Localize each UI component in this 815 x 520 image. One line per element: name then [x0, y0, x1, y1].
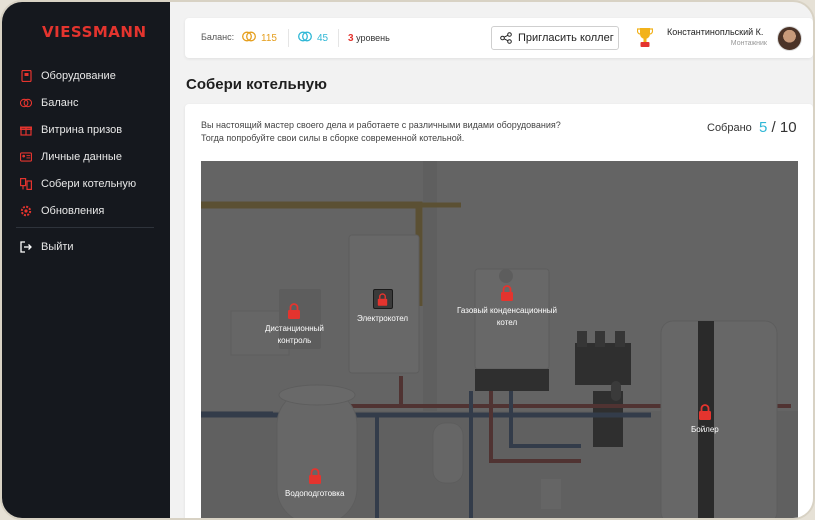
collected-total: / 10 [771, 119, 797, 136]
sidebar-item-prizes[interactable]: Витрина призов [2, 116, 170, 143]
hotspot-label: Дистанционный контроль [265, 324, 324, 345]
viessmann-logo[interactable]: VIESSMANN [42, 23, 147, 41]
hotspot-remote-control[interactable]: Дистанционный контроль [265, 303, 324, 347]
sidebar-item-label: Баланс [41, 96, 79, 109]
hotspot-hot-water-boiler[interactable]: Бойлер [691, 404, 719, 436]
user-role: Монтажник [730, 40, 767, 47]
hotspot-label: Бойлер [691, 425, 719, 434]
balance-gold-value: 115 [261, 33, 277, 44]
invite-colleagues-button[interactable]: Пригласить коллег [491, 26, 619, 50]
collected-counter: 5 / 10 [759, 119, 797, 136]
lock-icon [288, 303, 301, 319]
collected-count: 5 [759, 119, 768, 136]
level-indicator: 3 уровень [348, 33, 390, 44]
game-description: Вы настоящий мастер своего дела и работа… [201, 119, 621, 145]
hotspot-electric-boiler[interactable]: Электрокотел [357, 289, 408, 325]
lock-box [372, 289, 393, 309]
lock-icon [698, 404, 711, 420]
app-window: VIESSMANN Оборудование Баланс Витрина пр… [0, 0, 815, 520]
gold-coins-icon [242, 31, 256, 42]
avatar[interactable] [777, 26, 802, 51]
sidebar-item-label: Собери котельную [41, 177, 137, 190]
description-line: Вы настоящий мастер своего дела и работа… [201, 120, 561, 130]
collected-label: Собрано [707, 122, 752, 134]
sidebar-divider [16, 227, 154, 228]
hotspot-label: Газовый конденсационный котел [457, 306, 557, 327]
balance-label: Баланс: [201, 32, 235, 42]
logout-section: Выйти [2, 233, 170, 260]
sidebar-item-profile[interactable]: Личные данные [2, 143, 170, 170]
level-number: 3 [348, 33, 354, 44]
equipment-icon [20, 69, 32, 82]
sidebar-item-label: Личные данные [41, 150, 122, 163]
logout-icon [20, 240, 32, 253]
sidebar-item-equipment[interactable]: Оборудование [2, 62, 170, 89]
blue-coins-icon [298, 31, 312, 42]
hotspot-water-treatment[interactable]: Водоподготовка [285, 468, 344, 500]
sidebar-item-label: Обновления [41, 204, 105, 217]
gear-icon [20, 205, 32, 217]
level-label: уровень [356, 33, 390, 43]
coins-icon [20, 97, 32, 109]
game-card: Вы настоящий мастер своего дела и работа… [185, 104, 813, 518]
hotspot-gas-condensing-boiler[interactable]: Газовый конденсационный котел [457, 285, 557, 329]
lock-icon [500, 285, 513, 301]
boiler-room-scene: Дистанционный контроль Электрокотел Газо… [201, 161, 798, 518]
lock-icon [308, 468, 321, 484]
sidebar-item-label: Витрина призов [41, 123, 123, 136]
hotspot-label: Водоподготовка [285, 489, 345, 498]
divider [338, 29, 339, 47]
sidebar-nav: Оборудование Баланс Витрина призов Личны… [2, 62, 170, 224]
user-name[interactable]: Константинопльский К. [667, 27, 763, 37]
balance-blue-value: 45 [317, 33, 329, 44]
sidebar-item-balance[interactable]: Баланс [2, 89, 170, 116]
top-bar: Баланс: 115 45 3 уровень Пригласить колл… [185, 18, 813, 58]
trophy-icon [637, 28, 653, 47]
sidebar-item-boiler-room[interactable]: Собери котельную [2, 170, 170, 197]
sidebar: VIESSMANN Оборудование Баланс Витрина пр… [2, 2, 170, 518]
share-icon [500, 32, 512, 44]
page-title: Собери котельную [186, 76, 327, 93]
logout-button[interactable]: Выйти [2, 233, 170, 260]
sidebar-item-label: Оборудование [41, 69, 116, 82]
invite-label: Пригласить коллег [518, 32, 614, 44]
hotspot-label: Электрокотел [357, 314, 409, 323]
logout-label: Выйти [41, 240, 74, 253]
divider [288, 29, 289, 47]
boiler-room-icon [20, 177, 32, 190]
lock-icon [377, 292, 388, 306]
id-card-icon [20, 151, 32, 163]
gift-icon [20, 124, 32, 136]
sidebar-item-updates[interactable]: Обновления [2, 197, 170, 224]
description-line: Тогда попробуйте свои силы в сборке совр… [201, 133, 465, 143]
